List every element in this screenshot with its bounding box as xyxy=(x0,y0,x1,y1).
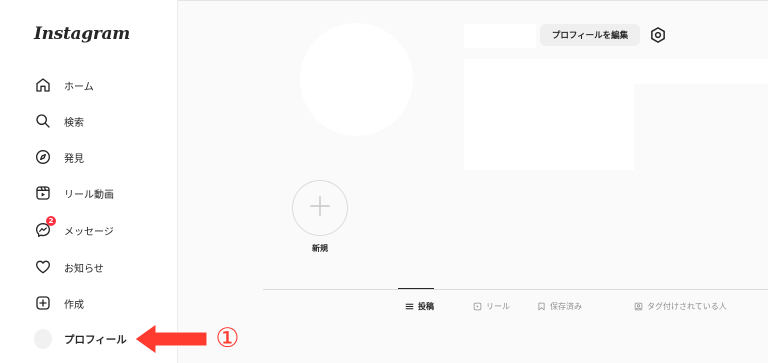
profile-picture[interactable] xyxy=(300,23,413,136)
sidebar-item-explore[interactable]: 発見 xyxy=(34,146,84,168)
tab-label: リール xyxy=(486,301,510,311)
heart-icon xyxy=(34,258,52,276)
username-placeholder xyxy=(464,24,536,48)
sidebar-item-label: メッセージ xyxy=(64,226,114,238)
profile-info-placeholder xyxy=(464,59,768,84)
plus-square-icon xyxy=(34,294,52,312)
grid-icon xyxy=(405,302,414,311)
tab-posts[interactable]: 投稿 xyxy=(405,300,434,312)
compass-icon xyxy=(34,148,52,166)
gear-icon[interactable] xyxy=(649,26,667,44)
sidebar-item-label: 作成 xyxy=(64,299,84,311)
sidebar-item-create[interactable]: 作成 xyxy=(34,292,84,314)
sidebar-item-label: リール動画 xyxy=(64,189,114,201)
profile-bio-placeholder xyxy=(464,84,634,170)
annotation-step-marker: ① xyxy=(215,323,240,354)
sidebar-item-home[interactable]: ホーム xyxy=(34,74,94,96)
sidebar-item-reels[interactable]: リール動画 xyxy=(34,182,114,204)
reels-icon xyxy=(473,302,482,311)
home-icon xyxy=(34,76,52,94)
sidebar-item-label: プロフィール xyxy=(64,333,127,346)
tagged-icon xyxy=(634,302,643,311)
bookmark-icon xyxy=(537,302,546,311)
sidebar-item-search[interactable]: 検索 xyxy=(34,110,84,132)
new-highlight-button[interactable] xyxy=(292,180,348,236)
edit-profile-button[interactable]: プロフィールを編集 xyxy=(540,24,640,46)
tab-saved[interactable]: 保存済み xyxy=(537,300,582,312)
tab-label: 保存済み xyxy=(550,301,582,311)
reels-icon xyxy=(34,184,52,202)
notification-badge: 2 xyxy=(46,216,56,226)
plus-icon xyxy=(307,193,333,223)
search-icon xyxy=(34,112,52,130)
tab-reels[interactable]: リール xyxy=(473,300,510,312)
sidebar-item-notifications[interactable]: お知らせ xyxy=(34,256,104,278)
tab-label: 投稿 xyxy=(418,301,434,311)
sidebar-item-label: お知らせ xyxy=(64,263,104,275)
sidebar: Instagram ホーム 検索 発見 リール動画 2 メッセージ お知らせ 作… xyxy=(0,0,178,363)
annotation-arrow xyxy=(134,323,208,355)
tab-label: タグ付けされている人 xyxy=(647,301,727,311)
new-highlight-label: 新規 xyxy=(312,244,328,253)
top-divider xyxy=(178,0,768,1)
active-tab-indicator xyxy=(398,288,434,289)
tabs-divider xyxy=(263,289,768,290)
instagram-logo[interactable]: Instagram xyxy=(34,24,130,44)
sidebar-item-profile[interactable]: プロフィール xyxy=(34,328,127,350)
tab-tagged[interactable]: タグ付けされている人 xyxy=(634,300,727,312)
sidebar-item-messages[interactable]: 2 メッセージ xyxy=(34,216,114,241)
sidebar-item-label: ホーム xyxy=(64,81,94,93)
avatar xyxy=(34,329,52,349)
sidebar-item-label: 発見 xyxy=(64,153,84,165)
sidebar-item-label: 検索 xyxy=(64,117,84,129)
messenger-icon: 2 xyxy=(34,216,56,239)
